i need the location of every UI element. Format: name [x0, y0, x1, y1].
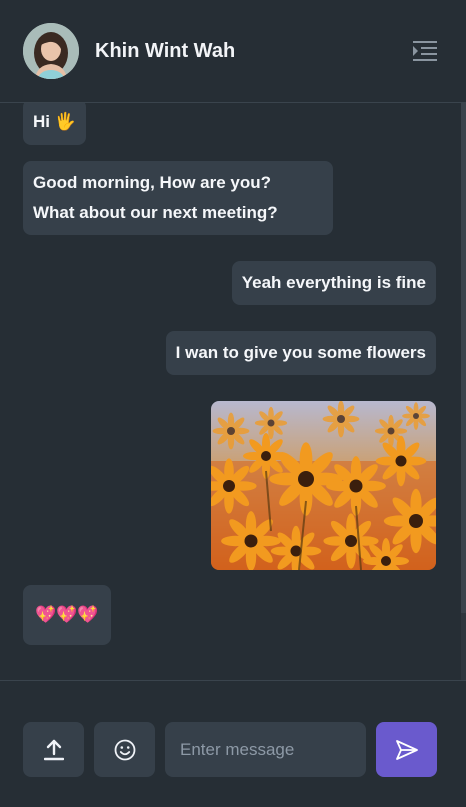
composer [0, 680, 466, 807]
message-text: What about our next meeting? [33, 203, 278, 222]
menu-lines-icon [413, 41, 437, 61]
send-paper-plane-icon [395, 739, 418, 760]
message-list[interactable]: Hi 🖐 Good morning, How are you? What abo… [0, 103, 466, 680]
message-text: I wan to give you some flowers [175, 343, 426, 362]
scrollbar-thumb[interactable] [461, 103, 466, 613]
chat-header: Khin Wint Wah [0, 0, 466, 103]
message-bubble-received: Hi 🖐 [23, 103, 86, 145]
upload-button[interactable] [23, 722, 84, 777]
message-text: 💖💖💖 [35, 605, 99, 624]
orange-flowers-photo [211, 401, 436, 570]
message-bubble-sent: Yeah everything is fine [231, 261, 436, 305]
upload-icon [43, 739, 64, 760]
contact-name: Khin Wint Wah [95, 39, 236, 62]
emoji-button[interactable] [94, 722, 155, 777]
message-bubble-received: Good morning, How are you? What about ou… [23, 161, 333, 235]
contact-avatar[interactable] [23, 23, 79, 79]
emoji-smile-icon [114, 739, 135, 760]
message-text: Hi 🖐 [33, 112, 76, 131]
menu-button[interactable] [411, 38, 439, 64]
message-text: Good morning, How are you? [33, 173, 271, 192]
message-bubble-received: 💖💖💖 [23, 585, 111, 645]
message-input[interactable] [165, 722, 366, 777]
message-text: Yeah everything is fine [241, 273, 426, 292]
message-bubble-sent: I wan to give you some flowers [165, 331, 436, 375]
send-button[interactable] [376, 722, 437, 777]
avatar-photo-icon [23, 23, 79, 79]
message-image-sent[interactable] [211, 401, 436, 570]
